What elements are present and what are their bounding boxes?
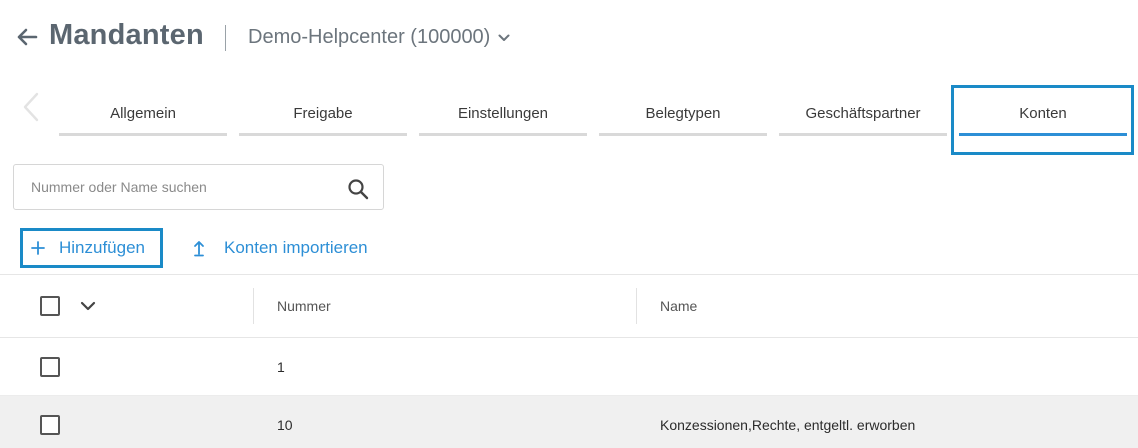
back-arrow-icon[interactable] — [14, 24, 40, 50]
plus-icon — [31, 241, 45, 255]
cell-nummer: 10 — [277, 417, 293, 433]
tab-einstellungen[interactable]: Einstellungen — [419, 92, 587, 136]
upload-icon — [194, 241, 204, 257]
column-header-name[interactable]: Name — [660, 275, 697, 337]
tenant-select-label: Demo-Helpcenter (100000) — [248, 26, 491, 48]
row-checkbox[interactable] — [40, 357, 60, 377]
header-divider — [225, 25, 226, 51]
table-header: Nummer Name — [0, 274, 1138, 338]
search-icon[interactable] — [347, 178, 369, 200]
search-box — [13, 164, 384, 210]
column-header-nummer[interactable]: Nummer — [277, 275, 331, 337]
tab-scroll-left-icon[interactable] — [20, 92, 42, 122]
chevron-down-icon — [498, 34, 510, 41]
add-button-label: Hinzufügen — [59, 238, 146, 257]
search-input[interactable] — [14, 165, 334, 209]
column-separator — [636, 288, 637, 324]
table-row[interactable]: 10 Konzessionen,Rechte, entgeltl. erworb… — [0, 396, 1138, 448]
tenant-select[interactable]: Demo-Helpcenter (100000) — [248, 26, 510, 49]
select-all-checkbox[interactable] — [40, 296, 60, 316]
column-separator — [253, 288, 254, 324]
add-button[interactable]: Hinzufügen — [20, 228, 163, 268]
import-accounts-button[interactable]: Konten importieren — [192, 228, 368, 268]
tab-belegtypen[interactable]: Belegtypen — [599, 92, 767, 136]
tab-konten[interactable]: Konten — [959, 92, 1127, 136]
import-accounts-label: Konten importieren — [224, 238, 368, 257]
page-header: Mandanten Demo-Helpcenter (100000) — [0, 0, 1138, 80]
tab-geschaeftspartner[interactable]: Geschäftspartner — [779, 92, 947, 136]
tab-freigabe[interactable]: Freigabe — [239, 92, 407, 136]
chevron-down-icon[interactable] — [80, 299, 96, 313]
tab-allgemein[interactable]: Allgemein — [59, 92, 227, 136]
table-row[interactable]: 1 — [0, 338, 1138, 396]
cell-name: Konzessionen,Rechte, entgeltl. erworben — [660, 417, 916, 433]
page-title: Mandanten — [49, 19, 204, 51]
cell-nummer: 1 — [277, 359, 285, 375]
row-checkbox[interactable] — [40, 415, 60, 435]
accounts-table: Nummer Name 1 10 Konzessionen,Rechte, en… — [0, 274, 1138, 448]
